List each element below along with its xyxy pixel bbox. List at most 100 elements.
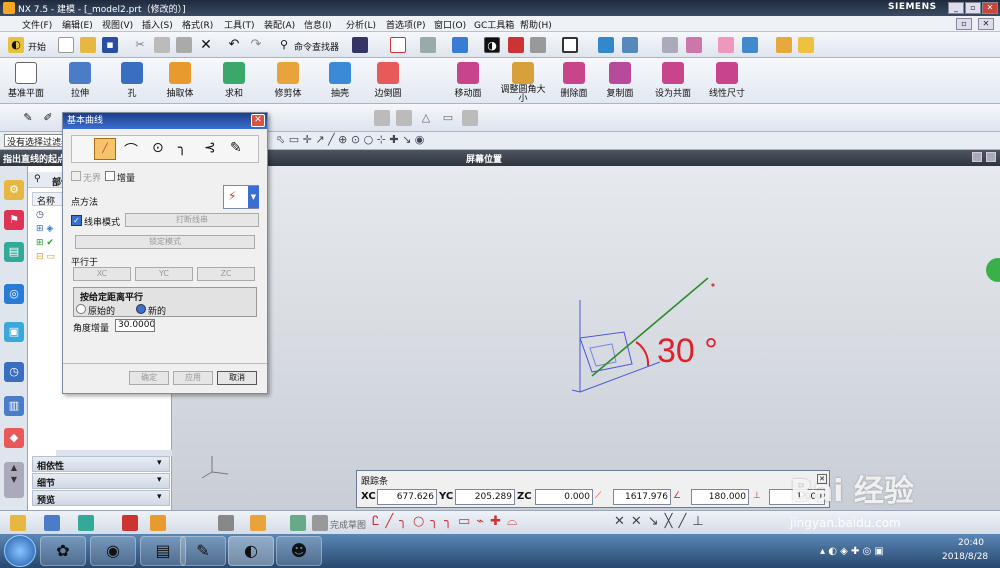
constraint-navigator-icon[interactable]: ▤: [4, 242, 24, 262]
background-icon[interactable]: [562, 37, 578, 53]
menu-info[interactable]: 信息(I): [304, 18, 332, 31]
xc-button[interactable]: XC: [73, 267, 131, 281]
point-method-dropdown[interactable]: ⚡ ▼: [223, 185, 259, 209]
start-button[interactable]: 开始: [28, 40, 46, 53]
copy-face-button[interactable]: 复制面: [600, 62, 640, 99]
snap-point-toolbar[interactable]: ⬁ ▭ ✛ ↗ ╱ ⊕ ⊙ ○ ⊹ ✚ ↘ ◉: [276, 133, 424, 146]
menu-analysis[interactable]: 分析(L): [346, 18, 376, 31]
sketch-icon[interactable]: [290, 515, 306, 531]
make-coplanar-button[interactable]: 设为共面: [650, 62, 696, 99]
maximize-button[interactable]: ▫: [965, 2, 981, 14]
string-mode-checkbox[interactable]: ✓: [71, 215, 82, 226]
assembly-constraint-icon[interactable]: [150, 515, 166, 531]
color-icon[interactable]: [250, 515, 266, 531]
new-file-icon[interactable]: [58, 37, 74, 53]
doc-restore-button[interactable]: ▫: [956, 18, 972, 30]
web-browser-icon[interactable]: ◎: [4, 284, 24, 304]
length-input[interactable]: 1617.976: [613, 489, 671, 505]
taskbar-app-nx[interactable]: ◐: [228, 536, 274, 566]
menu-tools[interactable]: 工具(T): [224, 18, 255, 31]
view-close-button[interactable]: [986, 152, 996, 162]
menu-file[interactable]: 文件(F): [22, 18, 52, 31]
clock-date[interactable]: 2018/8/28: [942, 552, 988, 562]
sketch-pencil-icon[interactable]: ✎: [20, 110, 36, 126]
redo-icon[interactable]: ↷: [248, 37, 264, 53]
lock-mode-button[interactable]: 锁定模式: [75, 235, 255, 249]
edge-blend-button[interactable]: 边倒圆: [368, 62, 408, 99]
taskbar-app-baidu[interactable]: ☻: [276, 536, 322, 566]
paste-icon[interactable]: [176, 37, 192, 53]
menu-edit[interactable]: 编辑(E): [62, 18, 93, 31]
selection-filter-select[interactable]: 没有选择过滤器: [4, 134, 64, 147]
command-finder-button[interactable]: 命令查找器: [294, 40, 339, 53]
menu-assembly[interactable]: 装配(A): [264, 18, 295, 31]
graphics-window[interactable]: 30 °: [172, 166, 1000, 510]
info-icon[interactable]: [662, 37, 678, 53]
extrude-button[interactable]: 拉伸: [60, 62, 100, 99]
xc-input[interactable]: 677.626: [377, 489, 437, 505]
line-icon[interactable]: ╱: [94, 138, 116, 160]
unite-button[interactable]: 求和: [214, 62, 254, 99]
scroll-icon[interactable]: ▲ ▼: [4, 462, 24, 498]
tray-icons[interactable]: ▴ ◐ ◈ ✚ ◎ ▣: [820, 546, 884, 557]
selection-arrow-icon[interactable]: [352, 37, 368, 53]
finish-sketch-icon[interactable]: [312, 515, 328, 531]
menu-window[interactable]: 窗口(O): [434, 18, 466, 31]
close-window-button[interactable]: ✕: [982, 2, 998, 14]
render-style-icon[interactable]: [452, 37, 468, 53]
delete-face-button[interactable]: 删除面: [554, 62, 594, 99]
part-navigator-icon[interactable]: ⚙: [4, 180, 24, 200]
details-panel[interactable]: 细节 ▾: [32, 473, 170, 489]
trim-icon[interactable]: ⊰: [204, 140, 216, 156]
menu-gc-toolbox[interactable]: GC工具箱: [474, 18, 514, 31]
gray-solid-icon[interactable]: [530, 37, 546, 53]
delete-icon[interactable]: ✕: [198, 37, 214, 53]
view-restore-button[interactable]: [972, 152, 982, 162]
grid-icon-a[interactable]: [374, 110, 390, 126]
undo-icon[interactable]: ↶: [226, 37, 242, 53]
yc-button[interactable]: YC: [135, 267, 193, 281]
trim-body-button[interactable]: 修剪体: [268, 62, 308, 99]
start-icon[interactable]: ◐: [8, 37, 24, 53]
analysis-icon[interactable]: [686, 37, 702, 53]
zc-input[interactable]: 0.000: [535, 489, 593, 505]
history-icon[interactable]: ▣: [4, 322, 24, 342]
grid-icon-b[interactable]: [396, 110, 412, 126]
shell-button[interactable]: 抽壳: [320, 62, 360, 99]
dimension-icon[interactable]: [122, 515, 138, 531]
angle-ruler-icon[interactable]: [798, 37, 814, 53]
angle-increment-input[interactable]: 30.00000: [115, 319, 155, 332]
layer-icon[interactable]: [598, 37, 614, 53]
angle-input[interactable]: 180.000: [691, 489, 749, 505]
assembly-navigator-icon[interactable]: ⚑: [4, 210, 24, 230]
system-materials-icon[interactable]: ▥: [4, 396, 24, 416]
open-folder-icon[interactable]: [80, 37, 96, 53]
apply-button[interactable]: 应用: [173, 371, 213, 385]
doc-close-button[interactable]: ✕: [978, 18, 994, 30]
extract-body-button[interactable]: 抽取体: [160, 62, 200, 99]
sketch-edit-tools[interactable]: ✕✕↘╳╱⊥: [614, 514, 710, 529]
circle-icon[interactable]: ⊙: [152, 140, 164, 156]
new-radio[interactable]: [136, 304, 146, 314]
section-icon[interactable]: [218, 515, 234, 531]
sketch-curve-tools[interactable]: Ꮭ╱╮○╮╮▭⌁✚⌓: [372, 514, 523, 529]
cut-icon[interactable]: ✂: [132, 37, 148, 53]
nav-pin-icon[interactable]: ⚲: [34, 174, 41, 184]
triangle-icon[interactable]: △: [418, 110, 434, 126]
menu-preferences[interactable]: 首选项(P): [386, 18, 425, 31]
unbounded-checkbox[interactable]: [71, 171, 81, 181]
menu-format[interactable]: 格式(R): [182, 18, 213, 31]
increment-checkbox[interactable]: [105, 171, 115, 181]
ok-button[interactable]: 确定: [129, 371, 169, 385]
curve-icon[interactable]: ✐: [40, 110, 56, 126]
dialog-close-button[interactable]: ✕: [251, 114, 265, 127]
dependencies-panel[interactable]: 相依性 ▾: [32, 456, 170, 472]
constraint-icon[interactable]: [44, 515, 60, 531]
taskbar-app-2[interactable]: ◉: [90, 536, 136, 566]
taskbar-app-1[interactable]: ✿: [40, 536, 86, 566]
menu-insert[interactable]: 插入(S): [142, 18, 173, 31]
original-radio[interactable]: [76, 304, 86, 314]
fit-view-icon[interactable]: [390, 37, 406, 53]
clock-time[interactable]: 20:40: [958, 538, 984, 548]
roles-icon[interactable]: ◆: [4, 428, 24, 448]
